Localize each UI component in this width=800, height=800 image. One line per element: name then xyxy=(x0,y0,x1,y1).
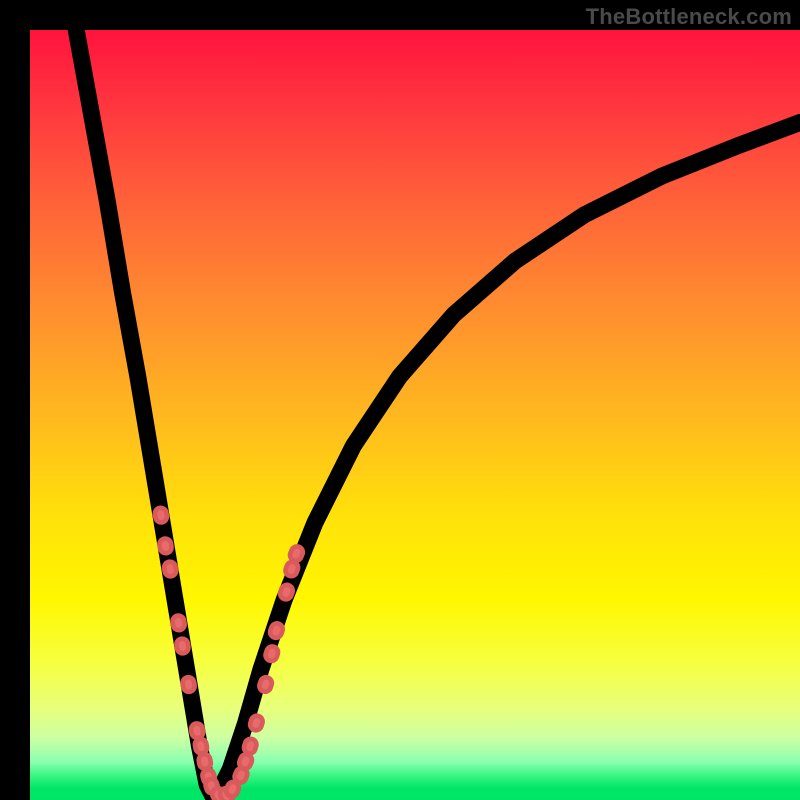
bead-marker xyxy=(163,561,177,577)
bead-marker xyxy=(176,638,190,654)
bead-marker xyxy=(258,676,273,693)
bead-marker xyxy=(198,753,212,769)
bead-marker xyxy=(288,545,305,563)
bead-marker xyxy=(264,645,279,662)
chart-frame: TheBottleneck.com xyxy=(0,0,800,800)
bead-marker xyxy=(172,615,186,631)
bead-marker xyxy=(159,538,173,554)
bead-marker xyxy=(268,622,284,640)
bead-marker xyxy=(278,583,294,601)
bead-marker xyxy=(182,676,196,692)
plot-area xyxy=(30,30,800,800)
watermark-text: TheBottleneck.com xyxy=(586,4,792,30)
bead-marker xyxy=(190,722,204,738)
curve-right xyxy=(215,122,800,800)
bead-marker xyxy=(194,738,208,754)
curve-layer xyxy=(30,30,800,800)
bead-marker xyxy=(243,737,258,754)
bead-marker xyxy=(154,507,168,523)
bead-marker xyxy=(249,714,264,731)
